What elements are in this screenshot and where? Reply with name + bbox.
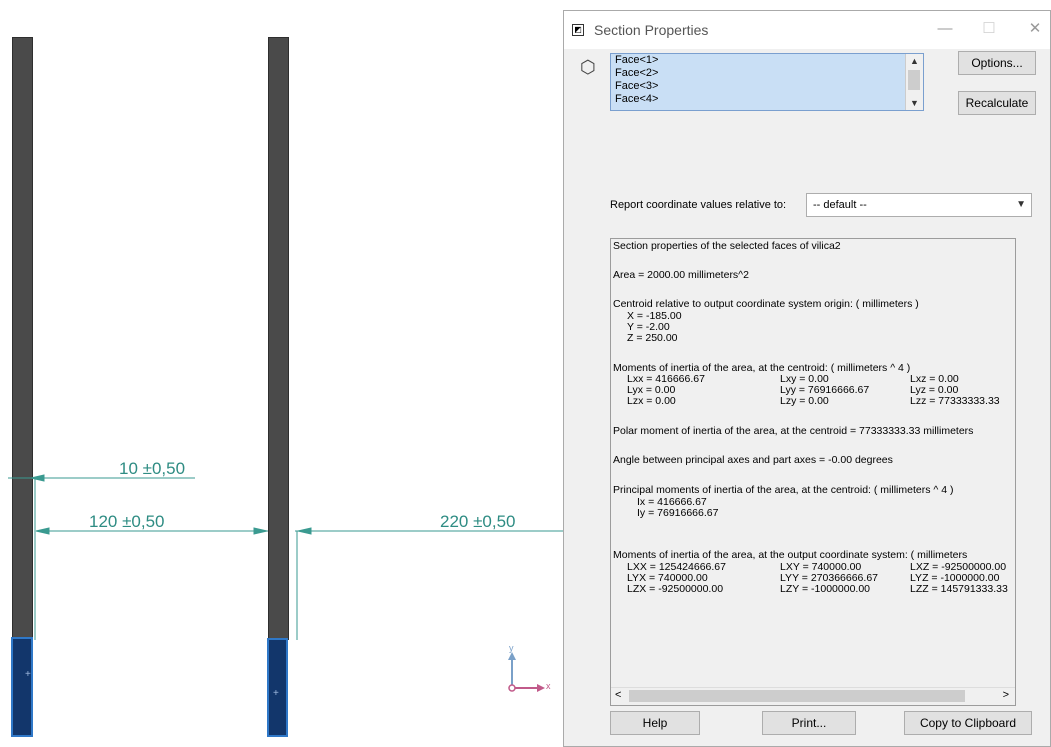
results-scroll-thumb[interactable] — [629, 690, 965, 702]
scroll-right-icon[interactable]: > — [1003, 689, 1009, 701]
scroll-up-icon[interactable]: ▲ — [906, 54, 923, 68]
help-button[interactable]: Help — [610, 711, 700, 735]
output-cell: LZY = -1000000.00 — [780, 583, 871, 595]
moi-cell: Lzy = 0.00 — [780, 395, 829, 407]
selected-faces-list[interactable]: Face<1> Face<2> Face<3> Face<4> ▲ ▼ — [610, 53, 924, 111]
scroll-down-icon[interactable]: ▼ — [906, 96, 923, 110]
centroid-title: Centroid relative to output coordinate s… — [613, 298, 919, 310]
coordinate-system-value: -- default -- — [813, 199, 867, 211]
principal-title: Principal moments of inertia of the area… — [613, 484, 954, 496]
coordinate-system-select[interactable]: -- default -- ▼ — [806, 193, 1032, 217]
cube-icon: ⬡ — [580, 57, 596, 77]
print-button[interactable]: Print... — [762, 711, 856, 735]
moi-cell: Lzz = 77333333.33 — [910, 395, 1000, 407]
options-button[interactable]: Options... — [958, 51, 1036, 75]
triad-x-label: x — [546, 681, 551, 691]
triad-y-label: y — [509, 643, 514, 653]
area-line: Area = 2000.00 millimeters^2 — [613, 269, 749, 281]
principal-iy: Iy = 76916666.67 — [637, 507, 719, 519]
list-scroll-thumb[interactable] — [908, 70, 920, 90]
results-header: Section properties of the selected faces… — [613, 241, 841, 252]
results-content: Section properties of the selected faces… — [613, 241, 1015, 689]
centroid-z: Z = 250.00 — [627, 332, 678, 344]
results-textbox[interactable]: Section properties of the selected faces… — [610, 238, 1016, 706]
polar-line: Polar moment of inertia of the area, at … — [613, 425, 974, 437]
moi-cell: Lzx = 0.00 — [627, 395, 676, 407]
dimension-120[interactable]: 120 ±0,50 — [89, 512, 165, 532]
list-item[interactable]: Face<2> — [611, 67, 923, 80]
section-properties-icon: ◩ — [572, 24, 584, 36]
report-coordinates-label: Report coordinate values relative to: — [610, 199, 787, 211]
list-item[interactable]: Face<1> — [611, 54, 923, 67]
scroll-left-icon[interactable]: < — [615, 689, 621, 701]
dialog-title: Section Properties — [594, 22, 709, 38]
list-item[interactable]: Face<3> — [611, 80, 923, 93]
output-title: Moments of inertia of the area, at the o… — [613, 549, 968, 561]
recalculate-button[interactable]: Recalculate — [958, 91, 1036, 115]
angle-line: Angle between principal axes and part ax… — [613, 454, 893, 466]
list-item[interactable]: Face<4> — [611, 93, 923, 106]
list-scrollbar[interactable]: ▲ ▼ — [905, 54, 923, 110]
maximize-button[interactable]: ☐ — [978, 19, 1000, 39]
section-properties-dialog: ◩ Section Properties — ☐ ✕ ⬡ Face<1> Fac… — [563, 10, 1051, 747]
dialog-titlebar[interactable]: ◩ Section Properties — ☐ ✕ — [564, 11, 1050, 49]
output-cell: LZZ = 145791333.33 — [910, 583, 1008, 595]
copy-to-clipboard-button[interactable]: Copy to Clipboard — [904, 711, 1032, 735]
chevron-down-icon: ▼ — [1016, 199, 1026, 210]
output-cell: LZX = -92500000.00 — [627, 583, 724, 595]
minimize-button[interactable]: — — [934, 19, 956, 39]
dimension-10[interactable]: 10 ±0,50 — [119, 459, 185, 479]
close-button[interactable]: ✕ — [1024, 19, 1046, 39]
triad-icon — [508, 652, 545, 692]
results-horizontal-scrollbar[interactable]: < > — [611, 687, 1015, 705]
dimension-220[interactable]: 220 ±0,50 — [440, 512, 516, 532]
